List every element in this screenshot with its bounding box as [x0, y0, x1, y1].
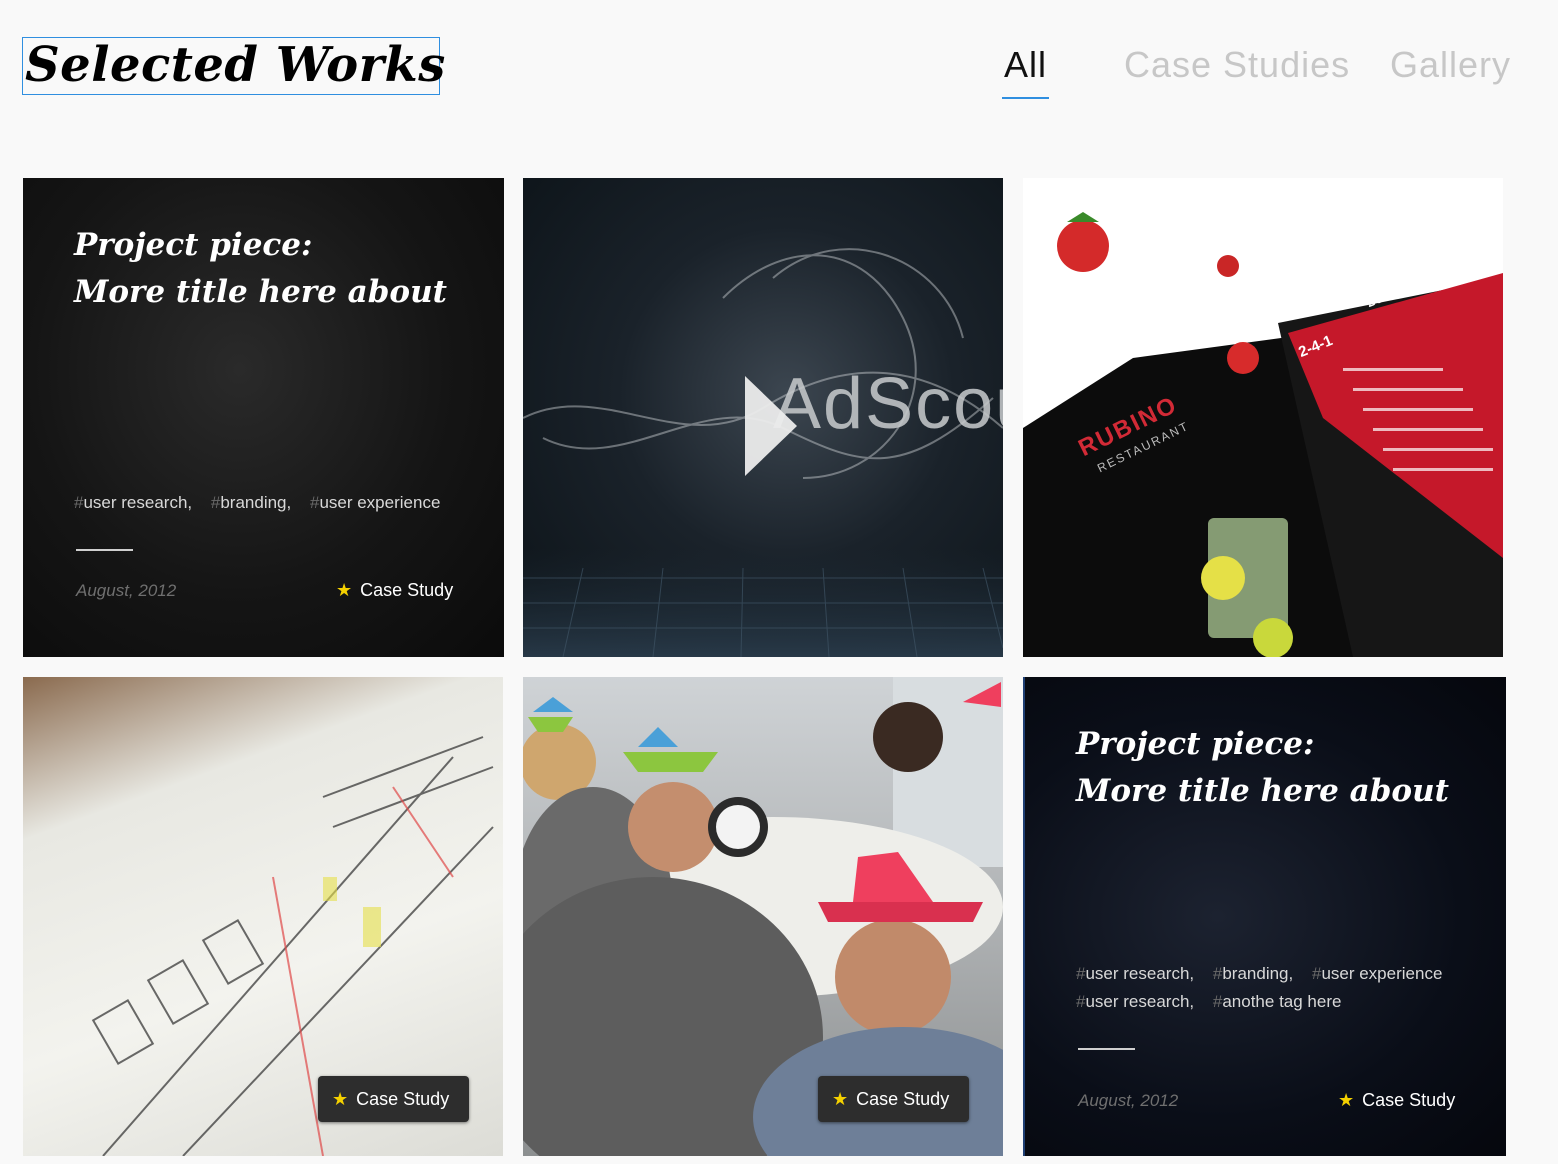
- play-icon[interactable]: [745, 376, 797, 476]
- filter-tabs: All Case Studies Gallery: [0, 44, 1558, 104]
- tag[interactable]: #branding,: [211, 493, 291, 512]
- star-icon: ★: [332, 1088, 349, 1109]
- menu-image-tile[interactable]: RUBINO RESTAURANT £6.95 2-4-1: [1023, 178, 1503, 657]
- badge-label: Case Study: [1362, 1090, 1456, 1110]
- tab-all[interactable]: All: [1001, 44, 1050, 99]
- project-title: Project piece: More title here about: [1076, 726, 1449, 809]
- tab-case-studies[interactable]: Case Studies: [1124, 44, 1350, 86]
- sketch-image-tile[interactable]: ★ Case Study: [23, 677, 503, 1156]
- tag[interactable]: #user experience: [310, 493, 440, 512]
- project-tags-row-2: #user research, #anothe tag here: [1076, 988, 1355, 1016]
- star-icon: ★: [1338, 1090, 1355, 1110]
- case-study-badge: ★ Case Study: [1338, 1090, 1455, 1111]
- tag[interactable]: #user experience: [1312, 964, 1442, 983]
- tag[interactable]: #branding,: [1213, 964, 1293, 983]
- tab-gallery[interactable]: Gallery: [1390, 44, 1511, 86]
- badge-label: Case Study: [856, 1088, 950, 1109]
- menu-illustration: [1023, 212, 1503, 657]
- project-tags: #user research, #branding, #user experie…: [1076, 960, 1456, 988]
- star-icon: ★: [832, 1088, 849, 1109]
- project-date: August, 2012: [1078, 1091, 1179, 1110]
- tag[interactable]: #anothe tag here: [1213, 992, 1342, 1011]
- tag[interactable]: #user research,: [1076, 992, 1194, 1011]
- video-tile[interactable]: AdScou: [523, 178, 1003, 657]
- star-icon: ★: [336, 580, 353, 600]
- project-title: Project piece: More title here about: [74, 227, 447, 310]
- video-caption: AdScou: [773, 364, 1003, 444]
- workshop-image-tile[interactable]: ★ Case Study: [523, 677, 1003, 1156]
- case-study-badge[interactable]: ★ Case Study: [318, 1076, 470, 1122]
- badge-label: Case Study: [360, 580, 454, 600]
- divider: [1078, 1048, 1135, 1050]
- divider: [76, 549, 133, 551]
- project-tags: #user research, #branding, #user experie…: [74, 489, 454, 517]
- project-card-1[interactable]: Project piece: More title here about #us…: [23, 178, 504, 657]
- case-study-badge[interactable]: ★ Case Study: [818, 1076, 970, 1122]
- tag[interactable]: #user research,: [1076, 964, 1194, 983]
- badge-label: Case Study: [356, 1088, 450, 1109]
- project-date: August, 2012: [76, 581, 177, 600]
- tag[interactable]: #user research,: [74, 493, 192, 512]
- case-study-badge: ★ Case Study: [336, 580, 453, 601]
- project-card-2[interactable]: Project piece: More title here about #us…: [1023, 677, 1506, 1156]
